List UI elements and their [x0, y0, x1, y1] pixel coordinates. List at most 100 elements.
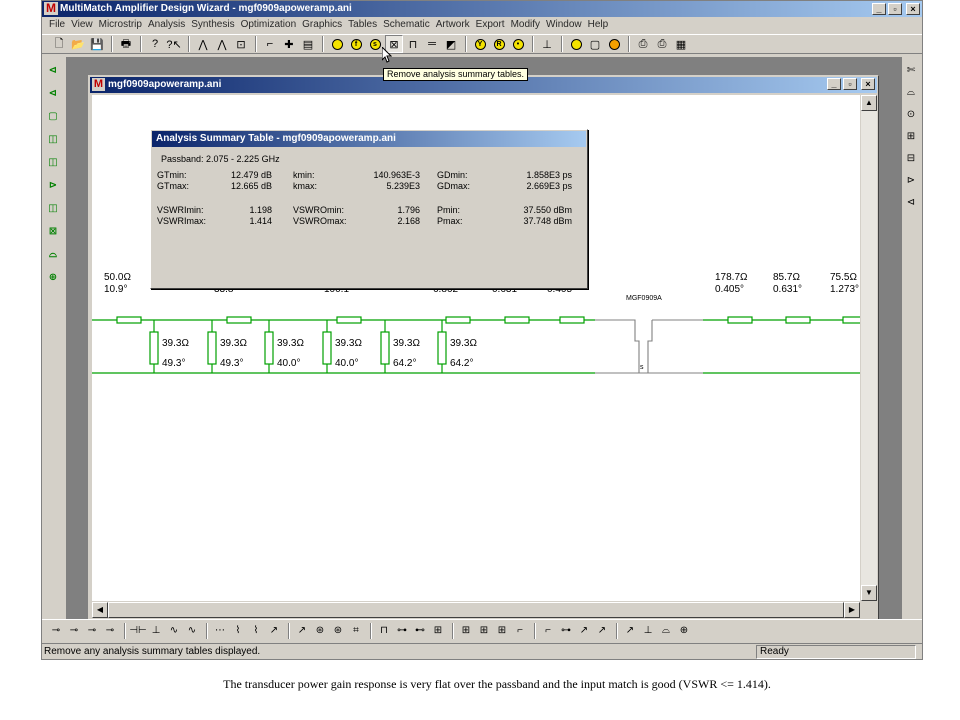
menu-modify[interactable]: Modify [508, 17, 543, 33]
print-button[interactable]: 🖶 [117, 35, 135, 53]
component-button[interactable]: ↗ [622, 623, 638, 639]
square-button[interactable]: ▢ [586, 35, 604, 53]
dot-button[interactable]: • [509, 35, 527, 53]
shunt-stub-element[interactable]: 39.3Ω 40.0° [264, 320, 304, 373]
left-tool-button[interactable]: ◫ [44, 153, 62, 171]
shunt-stub-element[interactable]: 39.3Ω 64.2° [437, 320, 477, 373]
vertical-scrollbar[interactable]: ▲ ▼ [861, 95, 877, 601]
context-help-button[interactable]: ?↖ [165, 35, 183, 53]
left-tool-button[interactable]: ◫ [44, 130, 62, 148]
scroll-up-arrow-icon[interactable]: ▲ [861, 95, 877, 111]
component-button[interactable]: ⊸ [66, 623, 82, 639]
right-tool-button[interactable]: ⊲ [902, 193, 920, 211]
cross-button[interactable]: ✚ [280, 35, 298, 53]
component-button[interactable]: ⊞ [494, 623, 510, 639]
series-line-element[interactable]: 178.7Ω0.405° [715, 272, 753, 324]
horizontal-scrollbar[interactable]: ◀ ▶ [92, 602, 860, 618]
component-button[interactable]: ⊶ [558, 623, 574, 639]
new-button[interactable]: 🗋 [50, 35, 68, 53]
shunt-stub-element[interactable]: 39.3Ω 49.3° [207, 320, 247, 373]
sheet-button[interactable]: ▤ [299, 35, 317, 53]
menu-help[interactable]: Help [585, 17, 612, 33]
scroll-left-arrow-icon[interactable]: ◀ [92, 602, 108, 618]
component-button[interactable]: ⊞ [476, 623, 492, 639]
equal-button[interactable]: ═ [423, 35, 441, 53]
component-button[interactable]: ⊛ [330, 623, 346, 639]
antenna-alt-button[interactable]: ⋀ [213, 35, 231, 53]
help-button[interactable]: ? [146, 35, 164, 53]
menu-analysis[interactable]: Analysis [145, 17, 188, 33]
minimize-button[interactable]: _ [872, 3, 886, 15]
right-tool-button[interactable]: ⌓ [902, 83, 920, 101]
menu-tables[interactable]: Tables [345, 17, 380, 33]
series-line-element[interactable]: 50.0Ω10.9° [104, 272, 142, 324]
y-button[interactable]: Y [471, 35, 489, 53]
component-button[interactable]: ⌐ [540, 623, 556, 639]
analysis-summary-table[interactable]: Analysis Summary Table - mgf0909apoweram… [150, 129, 588, 289]
component-button[interactable]: ⊸ [84, 623, 100, 639]
r-button[interactable]: R [490, 35, 508, 53]
left-tool-button[interactable]: ⊕ [44, 268, 62, 286]
component-button[interactable]: ↗ [576, 623, 592, 639]
component-button[interactable]: ⋯ [212, 623, 228, 639]
left-tool-button[interactable]: ◫ [44, 199, 62, 217]
menu-window[interactable]: Window [543, 17, 585, 33]
component-button[interactable]: ⊥ [640, 623, 656, 639]
antenna-button[interactable]: ⋀ [194, 35, 212, 53]
component-button[interactable]: ⊓ [376, 623, 392, 639]
component-button[interactable]: ⌐ [512, 623, 528, 639]
scroll-down-arrow-icon[interactable]: ▼ [861, 585, 877, 601]
shunt-stub-element[interactable]: 39.3Ω 64.2° [380, 320, 420, 373]
component-button[interactable]: ↗ [266, 623, 282, 639]
open-button[interactable]: 📂 [69, 35, 87, 53]
menu-synthesis[interactable]: Synthesis [188, 17, 237, 33]
box-button[interactable]: ⊓ [404, 35, 422, 53]
menu-optimization[interactable]: Optimization [238, 17, 300, 33]
scroll-right-arrow-icon[interactable]: ▶ [844, 602, 860, 618]
component-button[interactable]: ⌓ [658, 623, 674, 639]
menu-graphics[interactable]: Graphics [299, 17, 345, 33]
component-button[interactable]: ⊕ [676, 623, 692, 639]
component-button[interactable]: ⊷ [412, 623, 428, 639]
schematic-canvas[interactable]: 50.0Ω10.9°67.7Ω33.8°67.7Ω100.1°50.0Ω6.86… [92, 95, 860, 601]
menu-export[interactable]: Export [473, 17, 508, 33]
transistor-device[interactable]: MGF0909A s [595, 295, 703, 374]
series-line-element[interactable]: 85.7Ω0.631° [773, 272, 811, 324]
series-line-element[interactable]: 75.5Ω1.273° [830, 272, 860, 324]
right-tool-button[interactable]: ✄ [902, 61, 920, 79]
chart-button[interactable]: ◩ [442, 35, 460, 53]
component-button[interactable]: ↗ [294, 623, 310, 639]
shunt-stub-element[interactable]: 39.3Ω 40.0° [322, 320, 362, 373]
left-tool-button[interactable]: ⊳ [44, 176, 62, 194]
right-tool-button[interactable]: ⊙ [902, 105, 920, 123]
ring-button[interactable] [567, 35, 585, 53]
print-b-button[interactable]: ⎙ [634, 35, 652, 53]
child-minimize-button[interactable]: _ [827, 78, 841, 90]
menu-schematic[interactable]: Schematic [380, 17, 433, 33]
menu-view[interactable]: View [68, 17, 96, 33]
right-tool-button[interactable]: ⊟ [902, 149, 920, 167]
ring-red-button[interactable] [605, 35, 623, 53]
shunt-stub-element[interactable]: 39.3Ω 49.3° [149, 320, 189, 373]
component-button[interactable]: ⊞ [430, 623, 446, 639]
restore-button[interactable]: ▫ [888, 3, 902, 15]
left-tool-button[interactable]: ⊲ [44, 61, 62, 79]
close-button[interactable]: × [906, 3, 920, 15]
left-tool-button[interactable]: ⊲ [44, 84, 62, 102]
component-button[interactable]: ⊛ [312, 623, 328, 639]
component-button[interactable]: ↗ [594, 623, 610, 639]
save-button[interactable]: 💾 [88, 35, 106, 53]
print-c-button[interactable]: ⎙ [653, 35, 671, 53]
component-button[interactable]: ⊶ [394, 623, 410, 639]
circle-button[interactable] [328, 35, 346, 53]
circle-f-button[interactable]: f [347, 35, 365, 53]
component-button[interactable]: ⌇ [248, 623, 264, 639]
child-restore-button[interactable]: ▫ [843, 78, 857, 90]
component-button[interactable]: ⊸ [102, 623, 118, 639]
menu-microstrip[interactable]: Microstrip [96, 17, 145, 33]
component-button[interactable]: ⊣⊢ [129, 623, 146, 639]
component-button[interactable]: ⊞ [458, 623, 474, 639]
tune-button[interactable]: ⊡ [232, 35, 250, 53]
component-button[interactable]: ⌇ [230, 623, 246, 639]
child-close-button[interactable]: × [861, 78, 875, 90]
